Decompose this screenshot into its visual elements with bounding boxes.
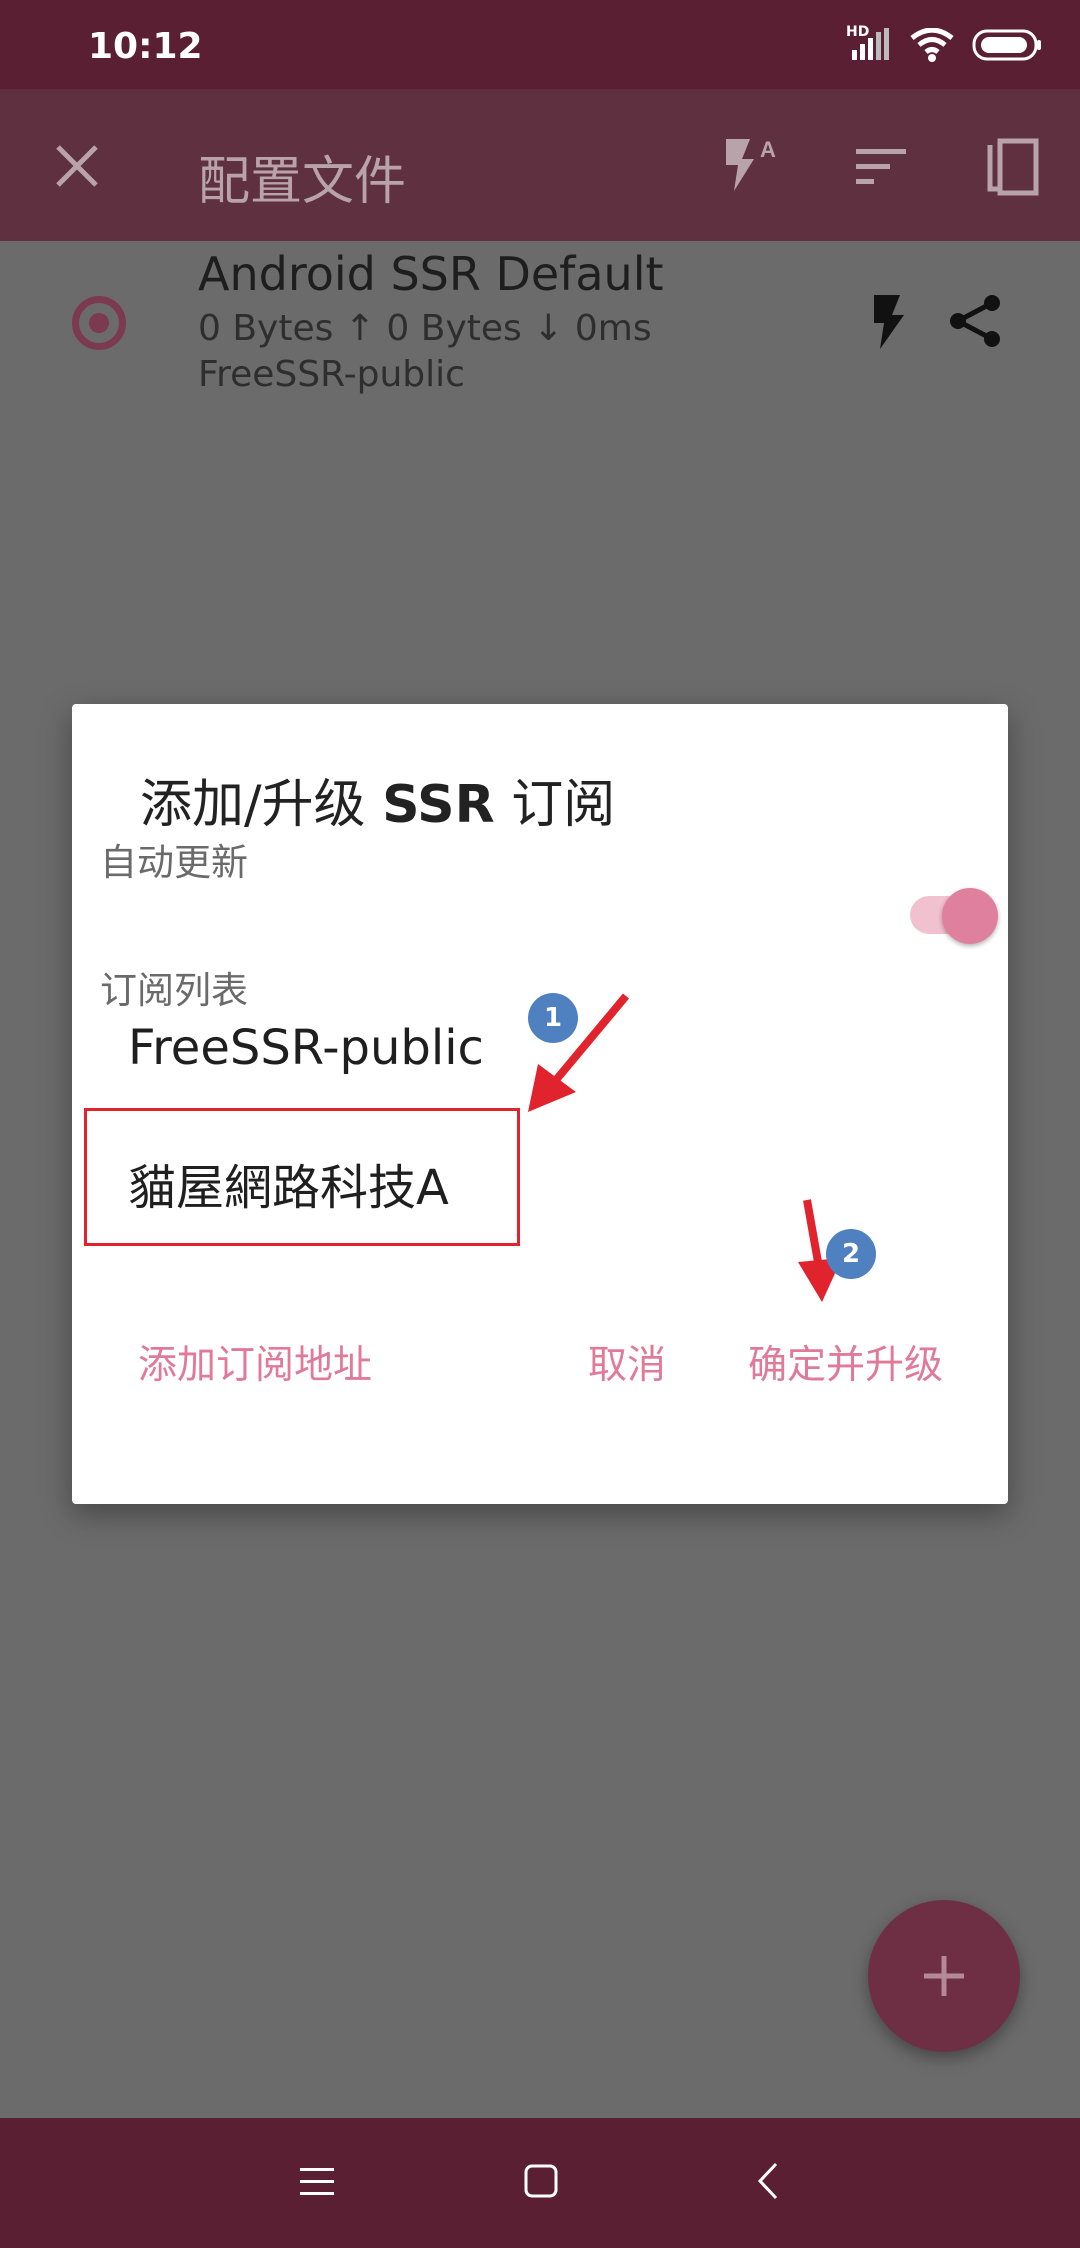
profile-name: Android SSR Default — [198, 247, 664, 301]
back-nav-icon[interactable] — [756, 2162, 780, 2200]
plus-icon — [924, 1956, 964, 1996]
auto-test-icon[interactable]: A — [720, 133, 780, 197]
add-subscription-button[interactable]: 添加订阅地址 — [138, 1334, 372, 1390]
profile-stats: 0 Bytes ↑ 0 Bytes ↓ 0ms — [198, 308, 652, 349]
battery-icon — [972, 29, 1041, 61]
menu-nav-icon[interactable] — [300, 2166, 334, 2198]
subscription-dialog: 添加/升级 SSR 订阅 自动更新 订阅列表 FreeSSR-public 貓屋… — [72, 704, 1008, 1504]
selected-radio-icon[interactable] — [72, 296, 126, 350]
highlight-box — [84, 1108, 520, 1246]
status-icons: HD — [846, 24, 1042, 62]
share-icon[interactable] — [948, 293, 1002, 349]
profile-group: FreeSSR-public — [198, 354, 465, 395]
subscription-item[interactable]: FreeSSR-public — [128, 1020, 484, 1076]
sort-icon[interactable] — [856, 147, 906, 187]
page-title: 配置文件 — [198, 152, 407, 212]
signal-icon: HD — [846, 24, 892, 62]
dialog-title: 添加/升级 SSR 订阅 — [140, 775, 616, 835]
close-icon[interactable] — [54, 143, 100, 189]
status-time: 10:12 — [88, 26, 203, 67]
status-bar: 10:12 HD — [0, 0, 1080, 89]
svg-text:A: A — [760, 137, 776, 162]
network-label: HD — [846, 24, 870, 40]
flash-icon[interactable] — [870, 293, 906, 351]
step-badge: 1 — [528, 993, 578, 1043]
cancel-button[interactable]: 取消 — [588, 1334, 666, 1390]
confirm-upgrade-button[interactable]: 确定并升级 — [748, 1334, 943, 1390]
auto-update-label: 自动更新 — [100, 841, 248, 884]
app-bar: 配置文件 A — [0, 89, 1080, 241]
add-profile-button[interactable] — [868, 1900, 1020, 2052]
profile-item[interactable]: Android SSR Default 0 Bytes ↑ 0 Bytes ↓ … — [0, 241, 1080, 421]
step-badge: 2 — [826, 1229, 876, 1279]
home-nav-icon[interactable] — [524, 2164, 558, 2198]
wifi-icon — [910, 28, 954, 62]
subscription-list-label: 订阅列表 — [100, 969, 248, 1012]
system-nav-bar — [0, 2118, 1080, 2248]
copy-icon[interactable] — [984, 135, 1040, 197]
